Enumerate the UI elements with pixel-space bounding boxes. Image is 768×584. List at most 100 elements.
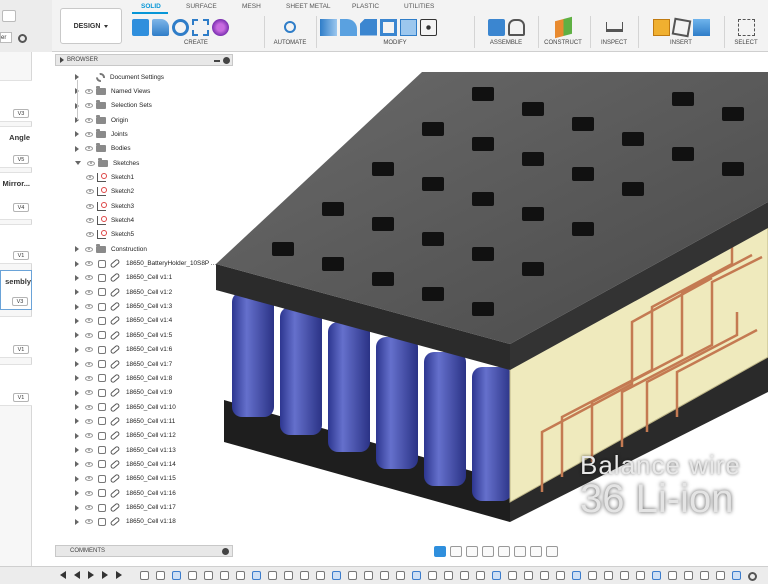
visibility-eye-icon[interactable] — [85, 505, 93, 510]
timeline-feature-icon[interactable] — [396, 571, 405, 580]
expand-right-icon[interactable] — [75, 504, 79, 511]
browser-component-row[interactable]: 18650_Cell v1:12 — [75, 429, 176, 443]
timeline-play-icon[interactable] — [88, 571, 94, 579]
visibility-eye-icon[interactable] — [85, 404, 93, 410]
browser-component-row[interactable]: 18650_Cell v1:17 — [75, 501, 176, 515]
visibility-eye-icon[interactable] — [85, 117, 93, 123]
browser-component-row[interactable]: 18650_Cell v1:15 — [75, 472, 176, 486]
press-pull-icon[interactable] — [320, 18, 337, 36]
browser-component-row[interactable]: 18650_Cell v1:16 — [75, 486, 176, 500]
visibility-eye-icon[interactable] — [87, 160, 95, 166]
tab-solid[interactable]: SOLID — [141, 3, 161, 10]
browser-header[interactable]: BROWSER — [55, 54, 233, 66]
grid-icon[interactable] — [530, 545, 542, 557]
expand-right-icon[interactable] — [75, 432, 79, 439]
timeline-feature-icon[interactable] — [540, 571, 549, 580]
automate-icon[interactable] — [284, 21, 296, 33]
version-badge[interactable]: V3 — [12, 297, 28, 306]
visibility-eye-icon[interactable] — [86, 189, 94, 195]
history-item[interactable]: Angle V5 — [0, 126, 32, 168]
browser-component-row[interactable]: 18650_Cell v1:1 — [75, 271, 172, 285]
timeline-feature-icon[interactable] — [204, 571, 213, 580]
browser-folder-row[interactable]: Selection Sets — [75, 99, 152, 113]
visibility-eye-icon[interactable] — [85, 447, 93, 453]
timeline-feature-icon[interactable] — [492, 571, 501, 580]
orbit-icon[interactable] — [434, 545, 446, 557]
chamfer-icon[interactable] — [360, 18, 377, 36]
timeline-feature-icon[interactable] — [716, 571, 725, 580]
minimize-icon[interactable] — [214, 60, 220, 62]
expand-right-icon[interactable] — [75, 461, 79, 468]
timeline-feature-icon[interactable] — [380, 571, 389, 580]
history-item-selected[interactable]: sembly V3 — [0, 270, 32, 310]
create-group-label[interactable]: CREATE — [132, 40, 260, 46]
history-item[interactable]: Mirror... V4 — [0, 172, 32, 220]
visibility-eye-icon[interactable] — [85, 519, 93, 525]
expand-right-icon[interactable] — [75, 518, 79, 525]
visibility-eye-icon[interactable] — [86, 218, 94, 223]
insert-canvas-icon[interactable] — [692, 18, 710, 36]
timeline-feature-icon[interactable] — [156, 571, 165, 580]
history-item[interactable]: V1 — [0, 224, 32, 264]
scale-icon[interactable] — [400, 18, 417, 36]
visibility-eye-icon[interactable] — [85, 347, 93, 353]
timeline-feature-icon[interactable] — [636, 571, 645, 580]
version-badge[interactable]: V1 — [13, 393, 29, 402]
add-comment-icon[interactable] — [222, 548, 229, 555]
browser-component-row[interactable]: 18650_Cell v1:2 — [75, 285, 172, 299]
assemble-group-label[interactable]: ASSEMBLE — [478, 40, 534, 46]
timeline-feature-icon[interactable] — [572, 571, 581, 580]
pattern-icon[interactable] — [212, 18, 229, 36]
visibility-eye-icon[interactable] — [85, 261, 93, 267]
timeline-feature-icon[interactable] — [732, 571, 741, 580]
insert-derive-icon[interactable] — [652, 18, 670, 36]
timeline-feature-icon[interactable] — [684, 571, 693, 580]
visibility-eye-icon[interactable] — [85, 433, 93, 439]
timeline-feature-icon[interactable] — [620, 571, 629, 580]
visibility-eye-icon[interactable] — [85, 146, 93, 152]
timeline-settings-gear-icon[interactable] — [748, 572, 757, 581]
visibility-eye-icon[interactable] — [86, 232, 94, 238]
expand-right-icon[interactable] — [75, 332, 79, 339]
expand-right-icon[interactable] — [75, 260, 79, 267]
browser-folder-row[interactable]: Named Views — [75, 84, 150, 98]
browser-folder-row[interactable]: Sketches — [75, 156, 139, 170]
browser-folder-row[interactable]: Joints — [75, 127, 128, 141]
browser-sketch-row[interactable]: Sketch3 — [83, 199, 134, 213]
browser-component-row[interactable]: 18650_Cell v1:18 — [75, 515, 176, 529]
viewports-icon[interactable] — [546, 545, 558, 557]
visibility-eye-icon[interactable] — [85, 246, 93, 252]
version-badge[interactable]: V5 — [13, 155, 29, 164]
timeline-first-icon[interactable] — [60, 571, 66, 579]
expand-right-icon[interactable] — [75, 131, 79, 138]
select-cursor-icon[interactable] — [737, 18, 755, 36]
timeline-feature-icon[interactable] — [316, 571, 325, 580]
timeline-feature-icon[interactable] — [140, 571, 149, 580]
timeline-feature-icon[interactable] — [604, 571, 613, 580]
close-icon[interactable] — [223, 57, 230, 64]
expand-right-icon[interactable] — [75, 303, 79, 310]
timeline-feature-icon[interactable] — [252, 571, 261, 580]
timeline-feature-icon[interactable] — [300, 571, 309, 580]
tab-mesh[interactable]: MESH — [242, 3, 261, 10]
browser-component-row[interactable]: 18650_BatteryHolder_10S8P ... — [75, 257, 216, 271]
new-component-icon[interactable] — [487, 18, 505, 36]
automate-group-label[interactable]: AUTOMATE — [268, 40, 312, 46]
fillet-icon[interactable] — [340, 18, 357, 36]
timeline-feature-icon[interactable] — [236, 571, 245, 580]
browser-component-row[interactable]: 18650_Cell v1:13 — [75, 443, 176, 457]
timeline-feature-icon[interactable] — [700, 571, 709, 580]
workspace-switcher-button[interactable]: DESIGN — [60, 8, 122, 44]
timeline-feature-icon[interactable] — [268, 571, 277, 580]
display-settings-icon[interactable] — [514, 545, 526, 557]
browser-component-row[interactable]: 18650_Cell v1:10 — [75, 400, 176, 414]
zoom-icon[interactable] — [482, 545, 494, 557]
timeline-next-icon[interactable] — [102, 571, 108, 579]
construct-group-label[interactable]: CONSTRUCT — [540, 40, 586, 46]
browser-folder-row[interactable]: Document Settings — [75, 70, 164, 84]
visibility-eye-icon[interactable] — [85, 361, 93, 367]
browser-folder-row[interactable]: Construction — [75, 242, 147, 256]
expand-right-icon[interactable] — [75, 346, 79, 353]
expand-right-icon[interactable] — [75, 246, 79, 253]
offset-plane-icon[interactable] — [554, 16, 572, 38]
